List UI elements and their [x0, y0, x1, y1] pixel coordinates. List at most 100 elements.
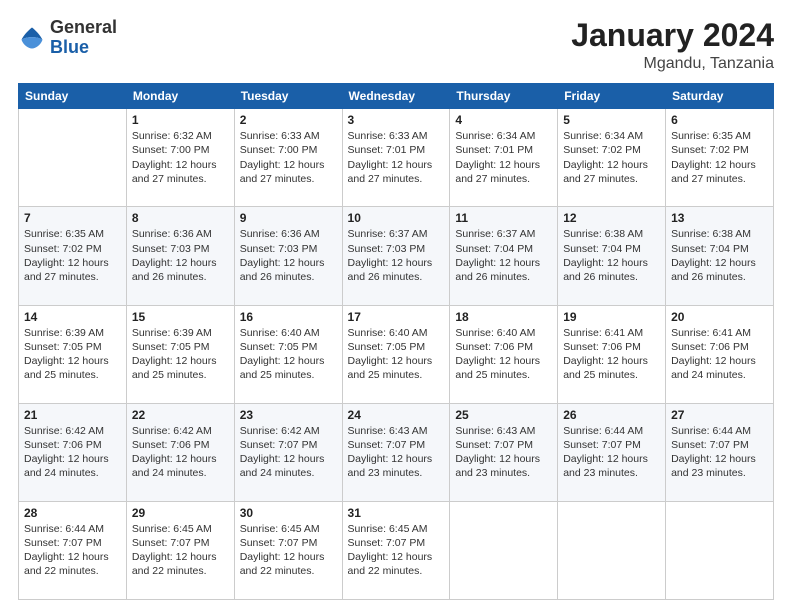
location-title: Mgandu, Tanzania [571, 55, 774, 73]
sunrise-label: Sunrise: 6:40 AM [240, 327, 320, 339]
day-info: Sunrise: 6:36 AM Sunset: 7:03 PM Dayligh… [132, 227, 229, 284]
table-row: 8 Sunrise: 6:36 AM Sunset: 7:03 PM Dayli… [126, 207, 234, 305]
table-row: 14 Sunrise: 6:39 AM Sunset: 7:05 PM Dayl… [19, 305, 127, 403]
sunset-label: Sunset: 7:07 PM [240, 439, 318, 451]
day-info: Sunrise: 6:43 AM Sunset: 7:07 PM Dayligh… [455, 424, 552, 481]
sunrise-label: Sunrise: 6:45 AM [240, 523, 320, 535]
day-info: Sunrise: 6:45 AM Sunset: 7:07 PM Dayligh… [240, 522, 337, 579]
sunrise-label: Sunrise: 6:40 AM [348, 327, 428, 339]
daylight-label: Daylight: 12 hours and 24 minutes. [132, 453, 217, 479]
table-row: 27 Sunrise: 6:44 AM Sunset: 7:07 PM Dayl… [666, 403, 774, 501]
day-number: 1 [132, 113, 229, 127]
daylight-label: Daylight: 12 hours and 26 minutes. [671, 257, 756, 283]
logo-icon [18, 24, 46, 52]
day-number: 22 [132, 408, 229, 422]
sunrise-label: Sunrise: 6:39 AM [24, 327, 104, 339]
table-row: 30 Sunrise: 6:45 AM Sunset: 7:07 PM Dayl… [234, 501, 342, 599]
table-row: 2 Sunrise: 6:33 AM Sunset: 7:00 PM Dayli… [234, 109, 342, 207]
table-row: 1 Sunrise: 6:32 AM Sunset: 7:00 PM Dayli… [126, 109, 234, 207]
calendar-week-row: 21 Sunrise: 6:42 AM Sunset: 7:06 PM Dayl… [19, 403, 774, 501]
sunset-label: Sunset: 7:07 PM [132, 537, 210, 549]
calendar-week-row: 28 Sunrise: 6:44 AM Sunset: 7:07 PM Dayl… [19, 501, 774, 599]
col-friday: Friday [558, 84, 666, 109]
sunset-label: Sunset: 7:05 PM [24, 341, 102, 353]
daylight-label: Daylight: 12 hours and 25 minutes. [240, 355, 325, 381]
table-row: 3 Sunrise: 6:33 AM Sunset: 7:01 PM Dayli… [342, 109, 450, 207]
table-row: 29 Sunrise: 6:45 AM Sunset: 7:07 PM Dayl… [126, 501, 234, 599]
day-number: 21 [24, 408, 121, 422]
table-row: 19 Sunrise: 6:41 AM Sunset: 7:06 PM Dayl… [558, 305, 666, 403]
sunrise-label: Sunrise: 6:36 AM [240, 228, 320, 240]
table-row [19, 109, 127, 207]
table-row: 22 Sunrise: 6:42 AM Sunset: 7:06 PM Dayl… [126, 403, 234, 501]
sunrise-label: Sunrise: 6:39 AM [132, 327, 212, 339]
sunset-label: Sunset: 7:02 PM [24, 243, 102, 255]
sunrise-label: Sunrise: 6:35 AM [671, 130, 751, 142]
table-row: 12 Sunrise: 6:38 AM Sunset: 7:04 PM Dayl… [558, 207, 666, 305]
table-row: 18 Sunrise: 6:40 AM Sunset: 7:06 PM Dayl… [450, 305, 558, 403]
table-row [666, 501, 774, 599]
day-number: 11 [455, 211, 552, 225]
daylight-label: Daylight: 12 hours and 25 minutes. [348, 355, 433, 381]
table-row [558, 501, 666, 599]
daylight-label: Daylight: 12 hours and 27 minutes. [563, 159, 648, 185]
table-row: 5 Sunrise: 6:34 AM Sunset: 7:02 PM Dayli… [558, 109, 666, 207]
sunset-label: Sunset: 7:00 PM [240, 144, 318, 156]
table-row: 9 Sunrise: 6:36 AM Sunset: 7:03 PM Dayli… [234, 207, 342, 305]
table-row: 6 Sunrise: 6:35 AM Sunset: 7:02 PM Dayli… [666, 109, 774, 207]
calendar-week-row: 7 Sunrise: 6:35 AM Sunset: 7:02 PM Dayli… [19, 207, 774, 305]
daylight-label: Daylight: 12 hours and 22 minutes. [240, 551, 325, 577]
sunrise-label: Sunrise: 6:43 AM [348, 425, 428, 437]
col-thursday: Thursday [450, 84, 558, 109]
day-number: 27 [671, 408, 768, 422]
day-info: Sunrise: 6:42 AM Sunset: 7:06 PM Dayligh… [24, 424, 121, 481]
calendar-week-row: 14 Sunrise: 6:39 AM Sunset: 7:05 PM Dayl… [19, 305, 774, 403]
day-number: 5 [563, 113, 660, 127]
col-wednesday: Wednesday [342, 84, 450, 109]
daylight-label: Daylight: 12 hours and 24 minutes. [240, 453, 325, 479]
sunset-label: Sunset: 7:01 PM [348, 144, 426, 156]
day-info: Sunrise: 6:34 AM Sunset: 7:02 PM Dayligh… [563, 129, 660, 186]
sunrise-label: Sunrise: 6:45 AM [348, 523, 428, 535]
daylight-label: Daylight: 12 hours and 27 minutes. [348, 159, 433, 185]
sunrise-label: Sunrise: 6:42 AM [240, 425, 320, 437]
logo: General Blue [18, 18, 117, 58]
sunset-label: Sunset: 7:07 PM [24, 537, 102, 549]
day-number: 26 [563, 408, 660, 422]
table-row: 31 Sunrise: 6:45 AM Sunset: 7:07 PM Dayl… [342, 501, 450, 599]
day-number: 9 [240, 211, 337, 225]
day-info: Sunrise: 6:38 AM Sunset: 7:04 PM Dayligh… [671, 227, 768, 284]
daylight-label: Daylight: 12 hours and 27 minutes. [132, 159, 217, 185]
col-tuesday: Tuesday [234, 84, 342, 109]
sunset-label: Sunset: 7:04 PM [455, 243, 533, 255]
day-info: Sunrise: 6:33 AM Sunset: 7:01 PM Dayligh… [348, 129, 445, 186]
day-info: Sunrise: 6:45 AM Sunset: 7:07 PM Dayligh… [132, 522, 229, 579]
calendar-header-row: Sunday Monday Tuesday Wednesday Thursday… [19, 84, 774, 109]
calendar-page: General Blue January 2024 Mgandu, Tanzan… [0, 0, 792, 612]
day-info: Sunrise: 6:41 AM Sunset: 7:06 PM Dayligh… [671, 326, 768, 383]
daylight-label: Daylight: 12 hours and 26 minutes. [563, 257, 648, 283]
daylight-label: Daylight: 12 hours and 25 minutes. [455, 355, 540, 381]
day-info: Sunrise: 6:40 AM Sunset: 7:06 PM Dayligh… [455, 326, 552, 383]
sunset-label: Sunset: 7:07 PM [671, 439, 749, 451]
sunset-label: Sunset: 7:06 PM [671, 341, 749, 353]
table-row: 15 Sunrise: 6:39 AM Sunset: 7:05 PM Dayl… [126, 305, 234, 403]
day-info: Sunrise: 6:36 AM Sunset: 7:03 PM Dayligh… [240, 227, 337, 284]
sunrise-label: Sunrise: 6:32 AM [132, 130, 212, 142]
daylight-label: Daylight: 12 hours and 23 minutes. [563, 453, 648, 479]
table-row: 7 Sunrise: 6:35 AM Sunset: 7:02 PM Dayli… [19, 207, 127, 305]
table-row: 26 Sunrise: 6:44 AM Sunset: 7:07 PM Dayl… [558, 403, 666, 501]
day-info: Sunrise: 6:37 AM Sunset: 7:04 PM Dayligh… [455, 227, 552, 284]
daylight-label: Daylight: 12 hours and 26 minutes. [348, 257, 433, 283]
day-number: 23 [240, 408, 337, 422]
day-number: 16 [240, 310, 337, 324]
day-info: Sunrise: 6:34 AM Sunset: 7:01 PM Dayligh… [455, 129, 552, 186]
table-row: 28 Sunrise: 6:44 AM Sunset: 7:07 PM Dayl… [19, 501, 127, 599]
daylight-label: Daylight: 12 hours and 27 minutes. [240, 159, 325, 185]
table-row: 16 Sunrise: 6:40 AM Sunset: 7:05 PM Dayl… [234, 305, 342, 403]
sunset-label: Sunset: 7:06 PM [455, 341, 533, 353]
day-number: 6 [671, 113, 768, 127]
sunset-label: Sunset: 7:06 PM [563, 341, 641, 353]
sunrise-label: Sunrise: 6:45 AM [132, 523, 212, 535]
sunset-label: Sunset: 7:02 PM [671, 144, 749, 156]
